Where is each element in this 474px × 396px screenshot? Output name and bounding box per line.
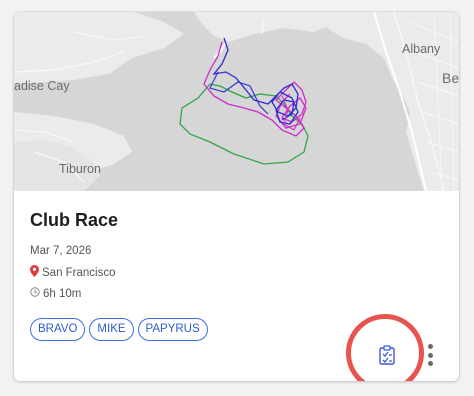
tag-mike[interactable]: MIKE [89, 318, 134, 341]
race-duration: 6h 10m [43, 287, 82, 300]
race-title: Club Race [30, 210, 119, 230]
location-pin-icon [30, 265, 39, 280]
race-location-row: San Francisco [30, 265, 116, 280]
tag-bravo[interactable]: BRAVO [30, 318, 86, 341]
map-label-paradise-cay: adise Cay [14, 79, 70, 93]
race-card[interactable]: Albany Be adise Cay Tiburon Club Race Ma… [14, 12, 459, 381]
map-label-tiburon: Tiburon [59, 162, 101, 176]
race-duration-row: 6h 10m [30, 287, 81, 300]
race-location: San Francisco [42, 266, 116, 279]
race-tags: BRAVO MIKE PAPYRUS [30, 318, 208, 341]
map-label-berkeley: Be [442, 70, 459, 86]
clock-icon [30, 287, 40, 300]
race-date-row: Mar 7, 2026 [30, 245, 91, 257]
map-label-albany: Albany [402, 42, 441, 56]
report-button[interactable] [373, 343, 401, 371]
more-options-button[interactable] [422, 342, 438, 368]
race-date: Mar 7, 2026 [30, 245, 92, 257]
more-vert-icon [427, 344, 433, 349]
tag-papyrus[interactable]: PAPYRUS [137, 318, 208, 341]
clipboard-report-icon [378, 344, 396, 370]
race-map[interactable]: Albany Be adise Cay Tiburon [14, 12, 459, 191]
